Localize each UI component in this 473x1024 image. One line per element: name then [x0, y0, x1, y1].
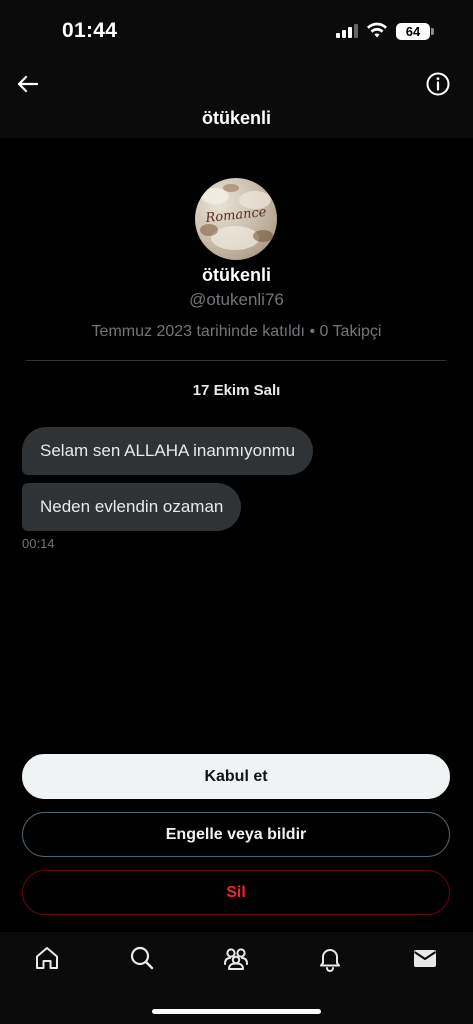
battery-tip: [431, 28, 434, 35]
status-bar: 01:44 64: [0, 0, 473, 62]
divider: [26, 360, 446, 361]
home-icon[interactable]: [33, 944, 61, 972]
profile-handle[interactable]: @otukenli76: [0, 290, 473, 310]
delete-button[interactable]: Sil: [22, 870, 450, 915]
search-icon[interactable]: [128, 944, 156, 972]
message-timestamp: 00:14: [22, 536, 55, 551]
battery-indicator: 64: [396, 23, 430, 40]
profile-name[interactable]: ötükenli: [0, 265, 473, 286]
profile-meta: Temmuz 2023 tarihinde katıldı • 0 Takipç…: [91, 323, 382, 340]
bell-icon[interactable]: [316, 944, 344, 972]
tab-bar: [0, 932, 473, 1024]
status-time: 01:44: [62, 19, 118, 42]
info-circle-icon[interactable]: [424, 70, 452, 98]
avatar[interactable]: Romance: [195, 178, 277, 260]
communities-icon[interactable]: [222, 944, 250, 972]
mail-icon[interactable]: [411, 944, 439, 972]
header-title: ötükenli: [201, 108, 271, 128]
date-separator: 17 Ekim Salı: [192, 382, 281, 399]
message-bubble[interactable]: Selam sen ALLAHA inanmıyonmu: [22, 427, 314, 475]
block-or-report-button[interactable]: Engelle veya bildir: [22, 812, 450, 857]
message-bubble[interactable]: Neden evlendin ozaman: [22, 483, 242, 531]
wifi-icon: [367, 22, 387, 38]
home-indicator: [152, 1009, 321, 1014]
cellular-signal-icon: [336, 24, 358, 38]
accept-button[interactable]: Kabul et: [22, 754, 450, 799]
conversation-header: ötükenli: [0, 62, 473, 138]
arrow-left-icon[interactable]: [14, 70, 42, 98]
